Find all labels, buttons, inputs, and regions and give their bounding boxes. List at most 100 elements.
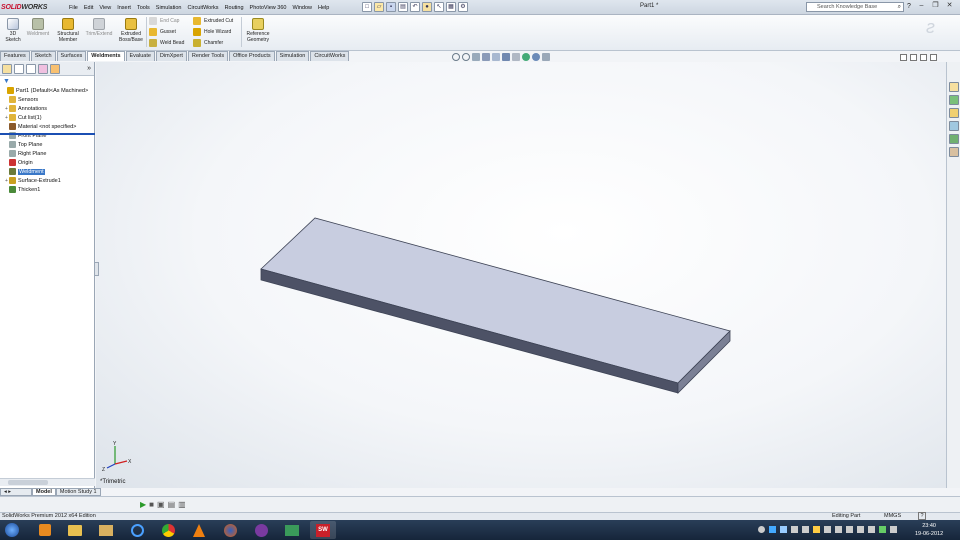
help-icon[interactable]: ?	[907, 3, 911, 10]
explorer-icon[interactable]	[62, 521, 88, 539]
apply-scene-icon[interactable]	[532, 53, 540, 61]
open-icon[interactable]: ▱	[374, 2, 384, 12]
tree-item[interactable]: Origin	[0, 158, 94, 167]
save-animation-icon[interactable]: ▥	[178, 500, 186, 509]
unit-system[interactable]: MMGS	[884, 513, 901, 519]
3d-sketch-button[interactable]: 3D Sketch	[1, 18, 25, 43]
tree-item[interactable]: + Cut list(1)	[0, 113, 94, 122]
appearances-icon[interactable]	[949, 134, 959, 144]
chrome-icon[interactable]	[155, 521, 181, 539]
viewport-close-icon[interactable]	[930, 54, 937, 61]
tray-volume-icon[interactable]	[890, 526, 897, 533]
structural-member-button[interactable]: Structural Member	[55, 18, 81, 43]
play-icon[interactable]: ▶	[140, 500, 146, 509]
tab-evaluate[interactable]: Evaluate	[125, 51, 155, 61]
tab-motion-study[interactable]: Motion Study 1	[55, 488, 101, 496]
section-view-icon[interactable]	[482, 53, 490, 61]
panel-horizontal-scrollbar[interactable]	[0, 478, 95, 486]
previous-view-icon[interactable]	[472, 53, 480, 61]
folder-icon[interactable]	[93, 521, 119, 539]
rollback-bar[interactable]	[0, 133, 95, 135]
solidworks-resources-icon[interactable]	[949, 82, 959, 92]
model-viewport[interactable]	[96, 62, 946, 488]
print-icon[interactable]: ▤	[398, 2, 408, 12]
tab-render-tools[interactable]: Render Tools	[187, 51, 229, 61]
extruded-cut-button[interactable]: Extruded Cut	[193, 16, 233, 26]
close-icon[interactable]: ✕	[944, 1, 955, 12]
menu-tools[interactable]: Tools	[134, 5, 153, 11]
gusset-button[interactable]: Gusset	[149, 27, 184, 37]
ie-icon[interactable]	[124, 521, 150, 539]
tab-circuitworks[interactable]: CircuitWorks	[310, 51, 350, 61]
plate-top-face[interactable]	[260, 217, 731, 384]
feature-tree-icon[interactable]	[2, 63, 12, 74]
hide-show-items-icon[interactable]	[512, 53, 520, 61]
tab-features[interactable]: Features	[0, 51, 30, 61]
menu-simulation[interactable]: Simulation	[153, 5, 185, 11]
stop-icon[interactable]: ■	[149, 500, 154, 509]
new-document-icon[interactable]: □	[362, 2, 372, 12]
panel-collapse-handle[interactable]	[94, 262, 99, 276]
status-help-icon[interactable]: ?	[918, 512, 926, 520]
tree-filter[interactable]: ▼	[0, 76, 94, 86]
solidworks-icon[interactable]: SW	[310, 521, 336, 539]
edit-appearance-icon[interactable]	[522, 53, 530, 61]
chamfer-button[interactable]: Chamfer	[193, 38, 233, 48]
tab-simulation[interactable]: Simulation	[275, 51, 310, 61]
tray-app5-icon[interactable]	[824, 526, 831, 533]
configuration-manager-icon[interactable]	[26, 63, 36, 74]
file-properties-icon[interactable]: ▦	[446, 2, 456, 12]
green-app-icon[interactable]	[279, 521, 305, 539]
minimize-icon[interactable]: –	[916, 1, 927, 12]
start-icon[interactable]	[3, 521, 21, 539]
tab-dimxpert[interactable]: DimXpert	[155, 51, 187, 61]
file-explorer-icon[interactable]	[949, 108, 959, 118]
tray-app8-icon[interactable]	[857, 526, 864, 533]
viewport-restore-icon[interactable]	[910, 54, 917, 61]
zoom-area-icon[interactable]	[462, 53, 470, 61]
media-player-icon[interactable]	[32, 521, 58, 539]
tray-app9-icon[interactable]	[868, 526, 875, 533]
tree-item[interactable]: Material <not specified>	[0, 122, 94, 131]
tray-app10-icon[interactable]	[879, 526, 886, 533]
firefox-icon[interactable]	[217, 521, 243, 539]
display-style-icon[interactable]	[502, 53, 510, 61]
tree-item[interactable]: Part1 (Default<As Machined>	[0, 86, 94, 95]
search-knowledge-base[interactable]: Search Knowledge Base ⌕	[806, 2, 904, 12]
rebuild-icon[interactable]: ●	[422, 2, 432, 12]
menu-routing[interactable]: Routing	[222, 5, 247, 11]
tree-item[interactable]: Thicken1	[0, 185, 94, 194]
menu-file[interactable]: File	[66, 5, 81, 11]
tab-surfaces[interactable]: Surfaces	[56, 51, 87, 61]
calculate-icon[interactable]: ▤	[168, 500, 176, 509]
tab-office-products[interactable]: Office Products	[229, 51, 275, 61]
save-icon[interactable]: ▪	[386, 2, 396, 12]
tray-network-icon[interactable]	[769, 526, 776, 533]
reference-geometry-button[interactable]: Reference Geometry	[244, 18, 272, 43]
select-icon[interactable]: ↖	[434, 2, 444, 12]
tab-nav-arrows[interactable]: ◂ ▸	[0, 488, 32, 496]
tree-item[interactable]: + Annotations	[0, 104, 94, 113]
tray-app6-icon[interactable]	[835, 526, 842, 533]
view-settings-icon[interactable]	[542, 53, 550, 61]
extruded-boss-base-button[interactable]: Extruded Boss/Base	[117, 18, 145, 43]
view-palette-icon[interactable]	[949, 121, 959, 131]
tree-item[interactable]: Right Plane	[0, 149, 94, 158]
dimxpert-icon[interactable]	[38, 63, 48, 74]
undo-icon[interactable]: ↶	[410, 2, 420, 12]
menu-edit[interactable]: Edit	[81, 5, 96, 11]
record-icon[interactable]: ▣	[157, 500, 165, 509]
view-orientation-icon[interactable]	[492, 53, 500, 61]
menu-window[interactable]: Window	[289, 5, 315, 11]
zoom-to-fit-icon[interactable]	[452, 53, 460, 61]
viewport-split-icon[interactable]	[900, 54, 907, 61]
property-manager-icon[interactable]	[14, 63, 24, 74]
design-library-icon[interactable]	[949, 95, 959, 105]
tray-chat-icon[interactable]	[758, 526, 765, 533]
tor-icon[interactable]	[248, 521, 274, 539]
menu-view[interactable]: View	[96, 5, 114, 11]
tray-app2-icon[interactable]	[791, 526, 798, 533]
custom-properties-icon[interactable]	[949, 147, 959, 157]
restore-icon[interactable]: ❐	[930, 1, 941, 12]
filter-icon[interactable]: ▼	[3, 78, 10, 85]
